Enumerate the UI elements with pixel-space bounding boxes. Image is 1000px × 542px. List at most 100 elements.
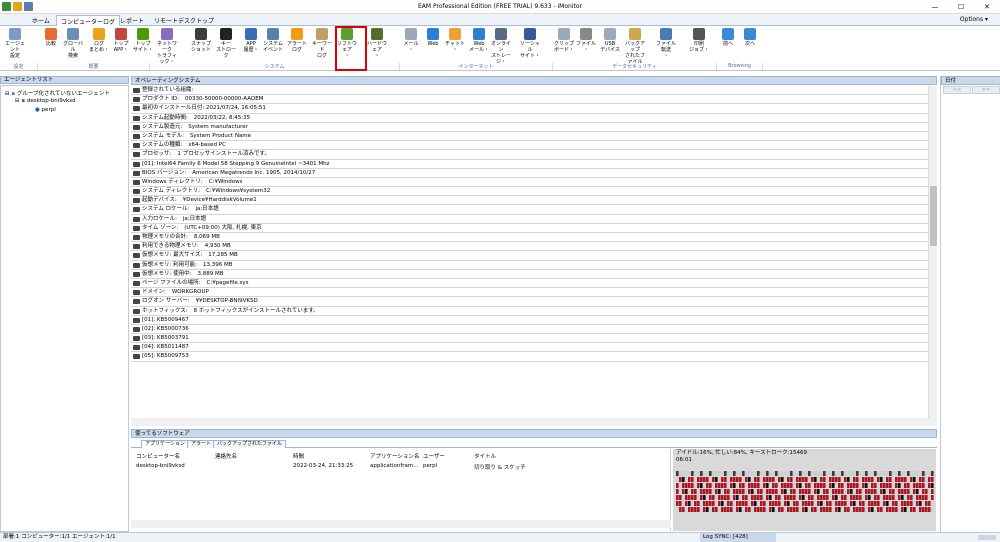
agent-settings-button[interactable]: エージェント 設定 [4, 28, 26, 62]
webmail-button[interactable]: Web メール・ [468, 28, 490, 62]
info-row[interactable]: ホットフィックス: 8 ホットフィックスがインストールされています。 [131, 307, 928, 316]
mail-button[interactable]: メール・ [400, 28, 422, 62]
cell-app[interactable]: applicationfram... [370, 463, 419, 469]
backed-up-files-button[interactable]: バックアップ されたファイル [624, 28, 646, 65]
prev-date-button[interactable]: << [943, 86, 971, 94]
scroll-thumb[interactable] [930, 186, 937, 246]
info-row[interactable]: [02]: KB5000736 [131, 325, 928, 335]
info-row[interactable]: ドメイン: WORKGROUP [131, 288, 928, 298]
chat-button[interactable]: チャット・ [444, 28, 466, 62]
cell-computer[interactable]: desktop-bni9vksd [136, 463, 185, 469]
file-transfer-button[interactable]: ファイル転送・ [655, 28, 677, 62]
online-storage-button[interactable]: オンライン ストレージ・ [490, 28, 512, 65]
app-history-button[interactable]: APP 履歴・ [240, 28, 262, 62]
heat-cell [706, 483, 709, 488]
info-row[interactable]: BIOS バージョン: American Megatrends Inc. 1905… [131, 169, 928, 178]
info-row[interactable]: 最初のインストール日付: 2021/07/24, 16:05:51 [131, 104, 928, 114]
info-row[interactable]: 入力ロケール: ja;日本語 [131, 215, 928, 224]
col-contact[interactable]: 連絡先名 [215, 452, 237, 460]
tab-report[interactable]: レポート [116, 15, 148, 26]
vertical-scrollbar[interactable] [928, 86, 937, 426]
heat-cell [760, 501, 763, 506]
tab-alerts[interactable]: アラート [187, 440, 216, 448]
tree-node-computer[interactable]: ⊟ ▪ desktop-bni9vksd [15, 98, 76, 104]
horizontal-scrollbar[interactable] [131, 418, 937, 426]
info-row[interactable]: システム モデル: System Product Name [131, 132, 928, 142]
next-button[interactable]: 次へ [739, 28, 761, 62]
info-row[interactable]: 仮想メモリ: 使用中: 3,889 MB [131, 270, 928, 279]
grid-horizontal-scrollbar[interactable] [131, 520, 671, 528]
col-computer[interactable]: コンピューター名 [136, 452, 180, 460]
info-row[interactable]: [05]: KB5009753 [131, 352, 928, 362]
cell-time[interactable]: 2022-03-24, 21:33:25 [293, 463, 353, 469]
system-event-button[interactable]: システム イベント [262, 28, 284, 62]
info-row[interactable]: ログオン サーバー: ¥¥DESKTOP-BNI9VKSD [131, 297, 928, 307]
heat-cell [880, 471, 883, 476]
print-job-button[interactable]: 印刷 ジョブ・ [688, 28, 710, 62]
info-row[interactable]: [03]: KB5003791 [131, 334, 928, 344]
col-user[interactable]: ユーザー [423, 452, 445, 460]
info-row[interactable]: 利用できる物理メモリ: 4,930 MB [131, 242, 928, 252]
web-button[interactable]: Web [422, 28, 444, 62]
col-title[interactable]: タイトル [474, 452, 496, 460]
compare-button[interactable]: 比較 [40, 28, 62, 62]
heat-cell [805, 471, 808, 476]
info-row[interactable]: システム起動時間: 2022/03/22, 8:45:35 [131, 114, 928, 123]
cell-user[interactable]: perpl [423, 463, 437, 469]
minimize-button[interactable]: — [922, 0, 948, 14]
tab-backup-files[interactable]: バックアップされたファイル [213, 440, 287, 448]
info-row[interactable]: ページ ファイルの場所: C:¥pagefile.sys [131, 279, 928, 289]
activity-thumbnail[interactable]: アイドル:16%, 忙しい:84%, キーストローク:15469 06:01 [673, 449, 936, 531]
info-row[interactable]: システム ディレクトリ: C:¥Windows¥system32 [131, 187, 928, 197]
info-row[interactable]: [01]: KB5009467 [131, 316, 928, 325]
top-app-button[interactable]: トップ APP・ [110, 28, 132, 62]
tab-remote-desktop[interactable]: リモートデスクトップ [150, 15, 218, 26]
info-row[interactable]: システム ロケール: ja;日本語 [131, 205, 928, 215]
network-traffic-button[interactable]: ネットワーク トラフィック・ [156, 28, 178, 65]
close-button[interactable]: ✕ [974, 0, 1000, 14]
tree-node-group[interactable]: ⊟ ▪ グループ化されていないエージェント [5, 89, 110, 97]
heat-cell [811, 501, 814, 506]
snapshot-button[interactable]: スナップ ショット [190, 28, 212, 62]
info-row[interactable]: 仮想メモリ: 利用可能: 13,396 MB [131, 261, 928, 270]
info-row[interactable]: プロセッサ: 1 プロセッサインストール済みです。 [131, 150, 928, 160]
resize-grip[interactable] [978, 535, 996, 540]
top-site-button[interactable]: トップ サイト・ [132, 28, 154, 62]
tree-node-user[interactable]: ● perpl [35, 107, 56, 113]
keystroke-button[interactable]: キー ストローク [215, 28, 237, 62]
info-row[interactable]: 物理メモリの合計: 8,069 MB [131, 233, 928, 243]
prev-button[interactable]: 前へ [717, 28, 739, 62]
maximize-button[interactable]: ☐ [948, 0, 974, 14]
tab-home[interactable]: ホーム [28, 15, 54, 26]
file-button[interactable]: ファイル・ [575, 28, 597, 62]
tab-applications[interactable]: アプリケーション [141, 440, 189, 448]
usb-device-button[interactable]: USB デバイス [599, 28, 621, 62]
log-summary-button[interactable]: ログ まとめ・ [88, 28, 110, 62]
hardware-button[interactable]: ハードウェア・ [366, 28, 388, 62]
heat-cell [679, 477, 682, 482]
info-row[interactable]: Windows ディレクトリ: C:¥Windows [131, 178, 928, 188]
cell-title[interactable]: 切り取り & スケッチ [474, 463, 526, 471]
info-row[interactable]: タイム ゾーン: (UTC+09:00) 大阪, 札幌, 東京 [131, 224, 928, 233]
tab-computer-log[interactable]: コンピューターログ [56, 15, 121, 26]
info-row[interactable]: 起動デバイス: ¥Device¥HarddiskVolume1 [131, 196, 928, 206]
col-time[interactable]: 時間 [293, 452, 304, 460]
heat-cell [784, 477, 787, 482]
heat-cell [832, 471, 835, 476]
info-row[interactable]: 登録されている組織: [131, 86, 928, 96]
info-row[interactable]: 仮想メモリ: 最大サイズ: 17,285 MB [131, 251, 928, 261]
info-row[interactable]: システム製造元: System manufacturer [131, 123, 928, 132]
col-app[interactable]: アプリケーション名 [370, 452, 419, 460]
info-row[interactable]: システムの種類: x64-based PC [131, 141, 928, 151]
options-menu[interactable]: Options ▾ [960, 16, 988, 23]
keyword-log-button[interactable]: キーワード ログ [311, 28, 333, 62]
info-row[interactable]: [01]: Intel64 Family 6 Model 58 Stepping… [131, 160, 928, 169]
heat-cell [898, 489, 901, 494]
alert-log-button[interactable]: アラート ログ [286, 28, 308, 62]
clipboard-button[interactable]: クリップ ボード・ [553, 28, 575, 62]
info-row[interactable]: プロダクト ID: 00330-50000-00000-AAOEM [131, 95, 928, 105]
info-row[interactable]: [04]: KB5011487 [131, 343, 928, 353]
social-site-button[interactable]: ソーシャル サイト・ [519, 28, 541, 62]
next-date-button[interactable]: >> [972, 86, 1000, 94]
global-search-button[interactable]: グローバル 検索 [62, 28, 84, 62]
